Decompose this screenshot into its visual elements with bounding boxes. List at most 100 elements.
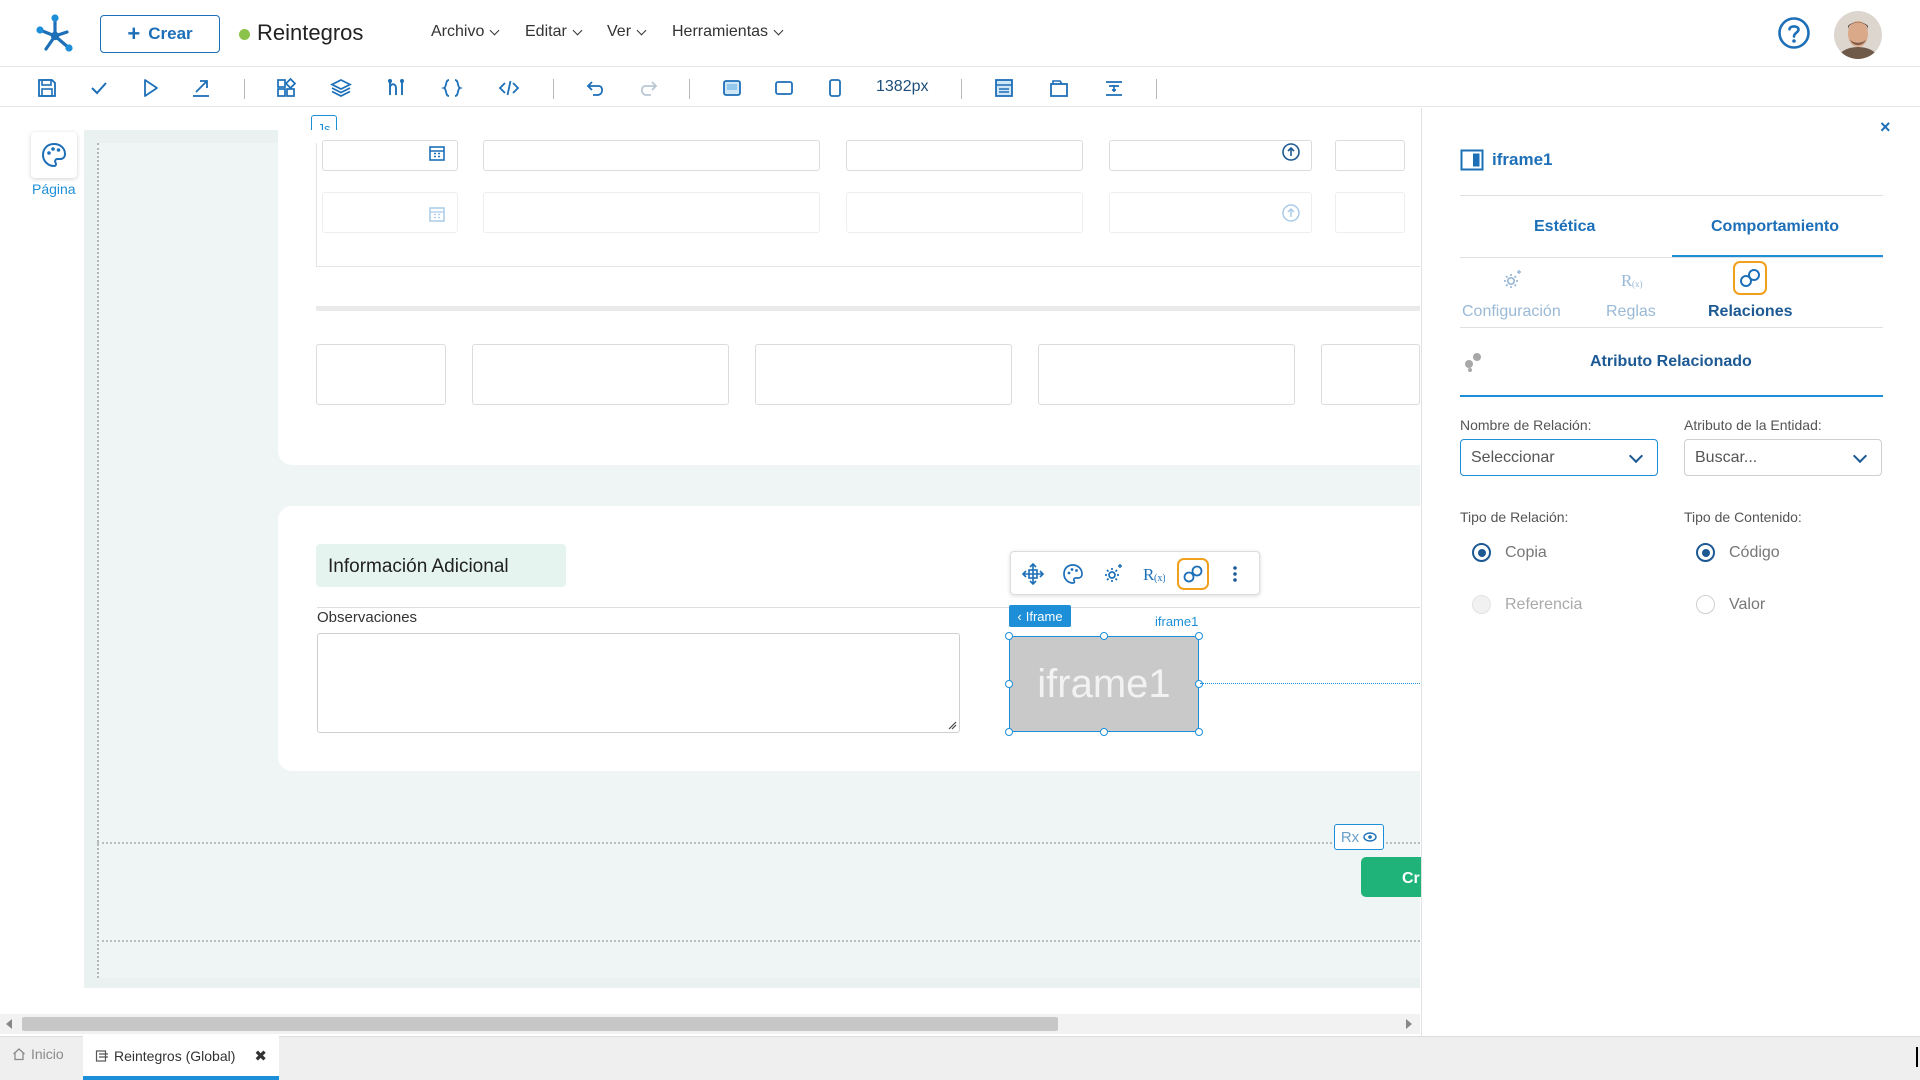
tab-reintegros[interactable]: Reintegros (Global) ✖ bbox=[83, 1036, 279, 1080]
grid-cell[interactable] bbox=[1038, 344, 1295, 405]
text-field[interactable] bbox=[846, 192, 1083, 233]
desktop-icon[interactable] bbox=[719, 75, 745, 101]
field-row-line bbox=[317, 607, 1420, 608]
rules-badge[interactable]: Rx bbox=[1334, 824, 1384, 850]
subtab-relaciones[interactable]: Relaciones bbox=[1708, 303, 1792, 321]
menu-editar[interactable]: Editar bbox=[525, 23, 583, 41]
avatar[interactable] bbox=[1834, 11, 1882, 59]
radio-copia[interactable] bbox=[1472, 543, 1491, 562]
resize-handle[interactable] bbox=[1195, 728, 1203, 736]
upload-icon bbox=[1282, 204, 1300, 222]
observaciones-textarea[interactable] bbox=[317, 633, 960, 733]
layout-icon[interactable] bbox=[991, 75, 1017, 101]
iframe-type-tag[interactable]: ‹ Iframe bbox=[1009, 605, 1071, 627]
radio-referencia-label: Referencia bbox=[1505, 596, 1583, 613]
scroll-right-arrow-icon[interactable] bbox=[1406, 1019, 1412, 1029]
check-icon[interactable] bbox=[86, 75, 112, 101]
resize-handle[interactable] bbox=[1100, 728, 1108, 736]
plus-icon: + bbox=[127, 21, 141, 46]
toolbar-separator bbox=[689, 79, 690, 99]
components-icon[interactable] bbox=[273, 75, 299, 101]
resize-handle[interactable] bbox=[1005, 680, 1013, 688]
subtab-reglas[interactable]: Reglas bbox=[1606, 303, 1656, 321]
panel-title: iframe1 bbox=[1492, 150, 1553, 169]
drop-zone-border bbox=[97, 842, 1420, 844]
undo-icon[interactable] bbox=[583, 75, 609, 101]
component-toolbar: R (x) bbox=[1010, 551, 1260, 595]
text-field[interactable] bbox=[846, 140, 1083, 171]
text-field[interactable] bbox=[483, 192, 820, 233]
menu-ver[interactable]: Ver bbox=[607, 23, 647, 41]
eye-icon bbox=[1363, 832, 1377, 842]
close-icon[interactable]: ✖ bbox=[254, 1047, 267, 1065]
frame-icon[interactable] bbox=[1046, 75, 1072, 101]
align-icon[interactable] bbox=[1101, 75, 1127, 101]
layers-icon[interactable] bbox=[328, 75, 354, 101]
text-field[interactable] bbox=[1335, 192, 1405, 233]
create-button[interactable]: + Crear bbox=[100, 15, 220, 53]
create-button-label: Crear bbox=[148, 24, 193, 43]
flow-icon[interactable] bbox=[383, 75, 409, 101]
radio-codigo[interactable] bbox=[1696, 543, 1715, 562]
move-icon[interactable] bbox=[1017, 558, 1049, 590]
resize-handle[interactable] bbox=[1195, 680, 1203, 688]
play-icon[interactable] bbox=[137, 75, 163, 101]
create-record-button[interactable]: Cr bbox=[1361, 857, 1421, 897]
grid-cell[interactable] bbox=[755, 344, 1012, 405]
panel-divider bbox=[1460, 195, 1883, 196]
publish-icon[interactable] bbox=[188, 75, 214, 101]
tablet-icon[interactable] bbox=[771, 75, 797, 101]
palette-icon[interactable] bbox=[1057, 558, 1089, 590]
code-icon[interactable] bbox=[496, 75, 522, 101]
grid-cell[interactable] bbox=[1321, 344, 1420, 405]
braces-icon[interactable] bbox=[439, 75, 465, 101]
tab-inicio[interactable]: Inicio bbox=[12, 1046, 64, 1062]
relations-icon[interactable] bbox=[1177, 558, 1209, 590]
observaciones-label: Observaciones bbox=[317, 609, 418, 626]
radio-valor[interactable] bbox=[1696, 595, 1715, 614]
related-attribute-icon bbox=[1462, 350, 1484, 372]
grid-left-line bbox=[316, 143, 317, 267]
iframe-placeholder-text: iframe1 bbox=[1037, 661, 1171, 706]
chevron-down-icon bbox=[773, 25, 784, 35]
tab-estetica[interactable]: Estética bbox=[1534, 218, 1595, 236]
redo-icon[interactable] bbox=[635, 75, 661, 101]
status-dot bbox=[239, 29, 250, 40]
scroll-left-arrow-icon[interactable] bbox=[6, 1019, 12, 1029]
configuration-icon[interactable] bbox=[1497, 265, 1527, 295]
iframe-component[interactable]: iframe1 bbox=[1009, 636, 1199, 732]
relations-icon[interactable] bbox=[1733, 261, 1767, 295]
menu-archivo[interactable]: Archivo bbox=[431, 23, 500, 41]
app-logo-icon[interactable] bbox=[34, 12, 76, 54]
settings-icon[interactable] bbox=[1097, 558, 1129, 590]
grid-cell[interactable] bbox=[472, 344, 729, 405]
tab-comportamiento[interactable]: Comportamiento bbox=[1711, 218, 1839, 236]
grid-cell[interactable] bbox=[316, 344, 446, 405]
resize-handle[interactable] bbox=[1100, 632, 1108, 640]
more-vertical-icon[interactable] bbox=[1219, 558, 1251, 590]
mobile-icon[interactable] bbox=[822, 75, 848, 101]
rules-badge-label: Rx bbox=[1340, 828, 1360, 846]
resize-handle[interactable] bbox=[1005, 728, 1013, 736]
subtab-configuracion[interactable]: Configuración bbox=[1462, 303, 1561, 321]
resize-grip-icon[interactable] bbox=[947, 720, 957, 730]
menu-herramientas[interactable]: Herramientas bbox=[672, 23, 784, 41]
menu-herramientas-label: Herramientas bbox=[672, 23, 769, 40]
rules-icon[interactable]: R (x) bbox=[1137, 558, 1169, 590]
resize-handle[interactable] bbox=[1005, 632, 1013, 640]
text-field[interactable] bbox=[1335, 140, 1405, 171]
nombre-relacion-select[interactable]: Seleccionar bbox=[1460, 439, 1658, 476]
text-field[interactable] bbox=[483, 140, 820, 171]
atributo-entidad-select[interactable]: Buscar... bbox=[1684, 439, 1882, 476]
svg-text:(x): (x) bbox=[1154, 573, 1165, 584]
scrollbar-thumb[interactable] bbox=[22, 1017, 1058, 1031]
nombre-relacion-value: Seleccionar bbox=[1471, 448, 1555, 466]
resize-handle[interactable] bbox=[1195, 632, 1203, 640]
radio-referencia[interactable] bbox=[1472, 595, 1491, 614]
page-style-button[interactable] bbox=[31, 132, 77, 178]
rules-icon[interactable]: R (x) bbox=[1616, 265, 1646, 295]
close-icon[interactable]: × bbox=[1880, 117, 1891, 138]
palette-icon bbox=[41, 142, 67, 168]
save-icon[interactable] bbox=[34, 75, 60, 101]
help-circle-icon[interactable] bbox=[1777, 16, 1811, 50]
